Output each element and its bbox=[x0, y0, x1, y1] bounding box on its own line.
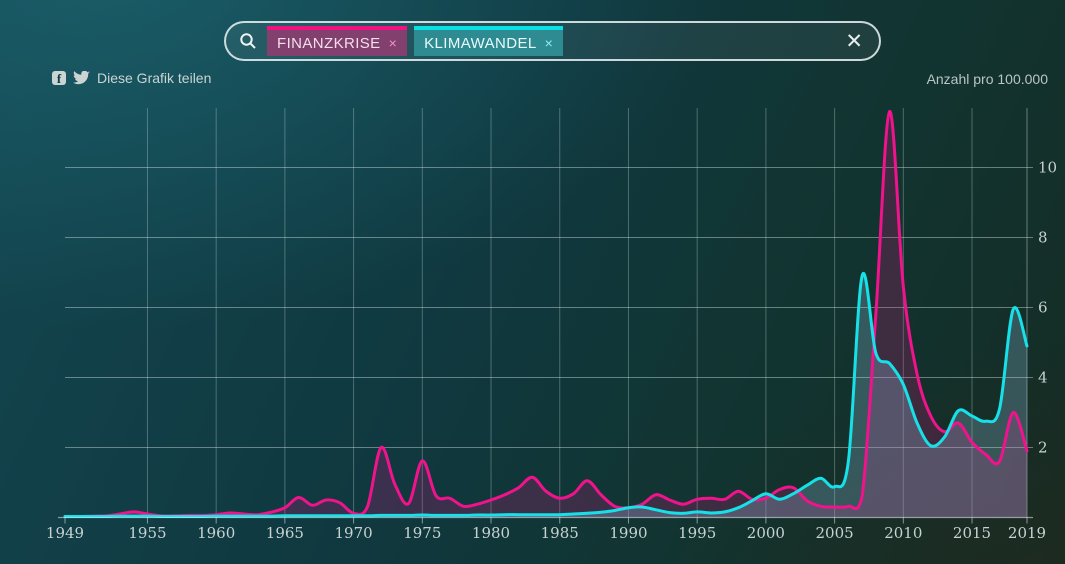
search-tag-klimawandel[interactable]: KLIMAWANDEL × bbox=[414, 26, 564, 56]
remove-tag-icon[interactable]: × bbox=[545, 36, 554, 50]
y-tick-label: 6 bbox=[1038, 299, 1048, 317]
search-tag-finanzkrise[interactable]: FINANZKRISE × bbox=[267, 26, 408, 56]
search-input[interactable] bbox=[563, 22, 838, 60]
search-bar[interactable]: FINANZKRISE × KLIMAWANDEL × ✕ bbox=[224, 21, 881, 61]
x-tick-label: 1985 bbox=[541, 524, 579, 542]
y-tick-label: 10 bbox=[1038, 159, 1057, 177]
app-root: 2 4 6 8 10 1949 1955 1960 1965 1970 1975 1980 1985 19… bbox=[0, 0, 1065, 564]
x-tick-label: 1970 bbox=[335, 524, 373, 542]
x-tick-label: 1995 bbox=[678, 524, 716, 542]
x-tick-label: 2005 bbox=[816, 524, 854, 542]
x-tick-label: 1955 bbox=[128, 524, 166, 542]
x-tick-label: 1980 bbox=[472, 524, 510, 542]
y-axis-unit-label: Anzahl pro 100.000 bbox=[926, 71, 1048, 87]
tag-label: KLIMAWANDEL bbox=[424, 34, 537, 52]
twitter-icon[interactable] bbox=[73, 71, 90, 85]
x-tick-label: 1975 bbox=[403, 524, 441, 542]
tag-label: FINANZKRISE bbox=[277, 34, 381, 52]
x-tick-label: 1990 bbox=[609, 524, 647, 542]
y-tick-label: 4 bbox=[1038, 369, 1048, 387]
x-tick-label: 2015 bbox=[953, 524, 991, 542]
y-tick-label: 8 bbox=[1038, 229, 1048, 247]
x-tick-label: 1949 bbox=[46, 524, 84, 542]
facebook-icon[interactable]: f bbox=[52, 71, 66, 85]
x-tick-label: 2000 bbox=[747, 524, 785, 542]
search-tags: FINANZKRISE × KLIMAWANDEL × bbox=[267, 26, 564, 56]
remove-tag-icon[interactable]: × bbox=[389, 36, 398, 50]
share-row: f Diese Grafik teilen bbox=[52, 70, 211, 86]
x-tick-label: 1960 bbox=[197, 524, 235, 542]
clear-search-button[interactable]: ✕ bbox=[837, 31, 879, 52]
share-label: Diese Grafik teilen bbox=[97, 70, 212, 86]
y-tick-label: 2 bbox=[1038, 439, 1048, 457]
search-icon bbox=[239, 32, 257, 50]
x-tick-label: 1965 bbox=[266, 524, 304, 542]
x-tick-label: 2010 bbox=[884, 524, 922, 542]
x-tick-label: 2019 bbox=[1008, 524, 1046, 542]
